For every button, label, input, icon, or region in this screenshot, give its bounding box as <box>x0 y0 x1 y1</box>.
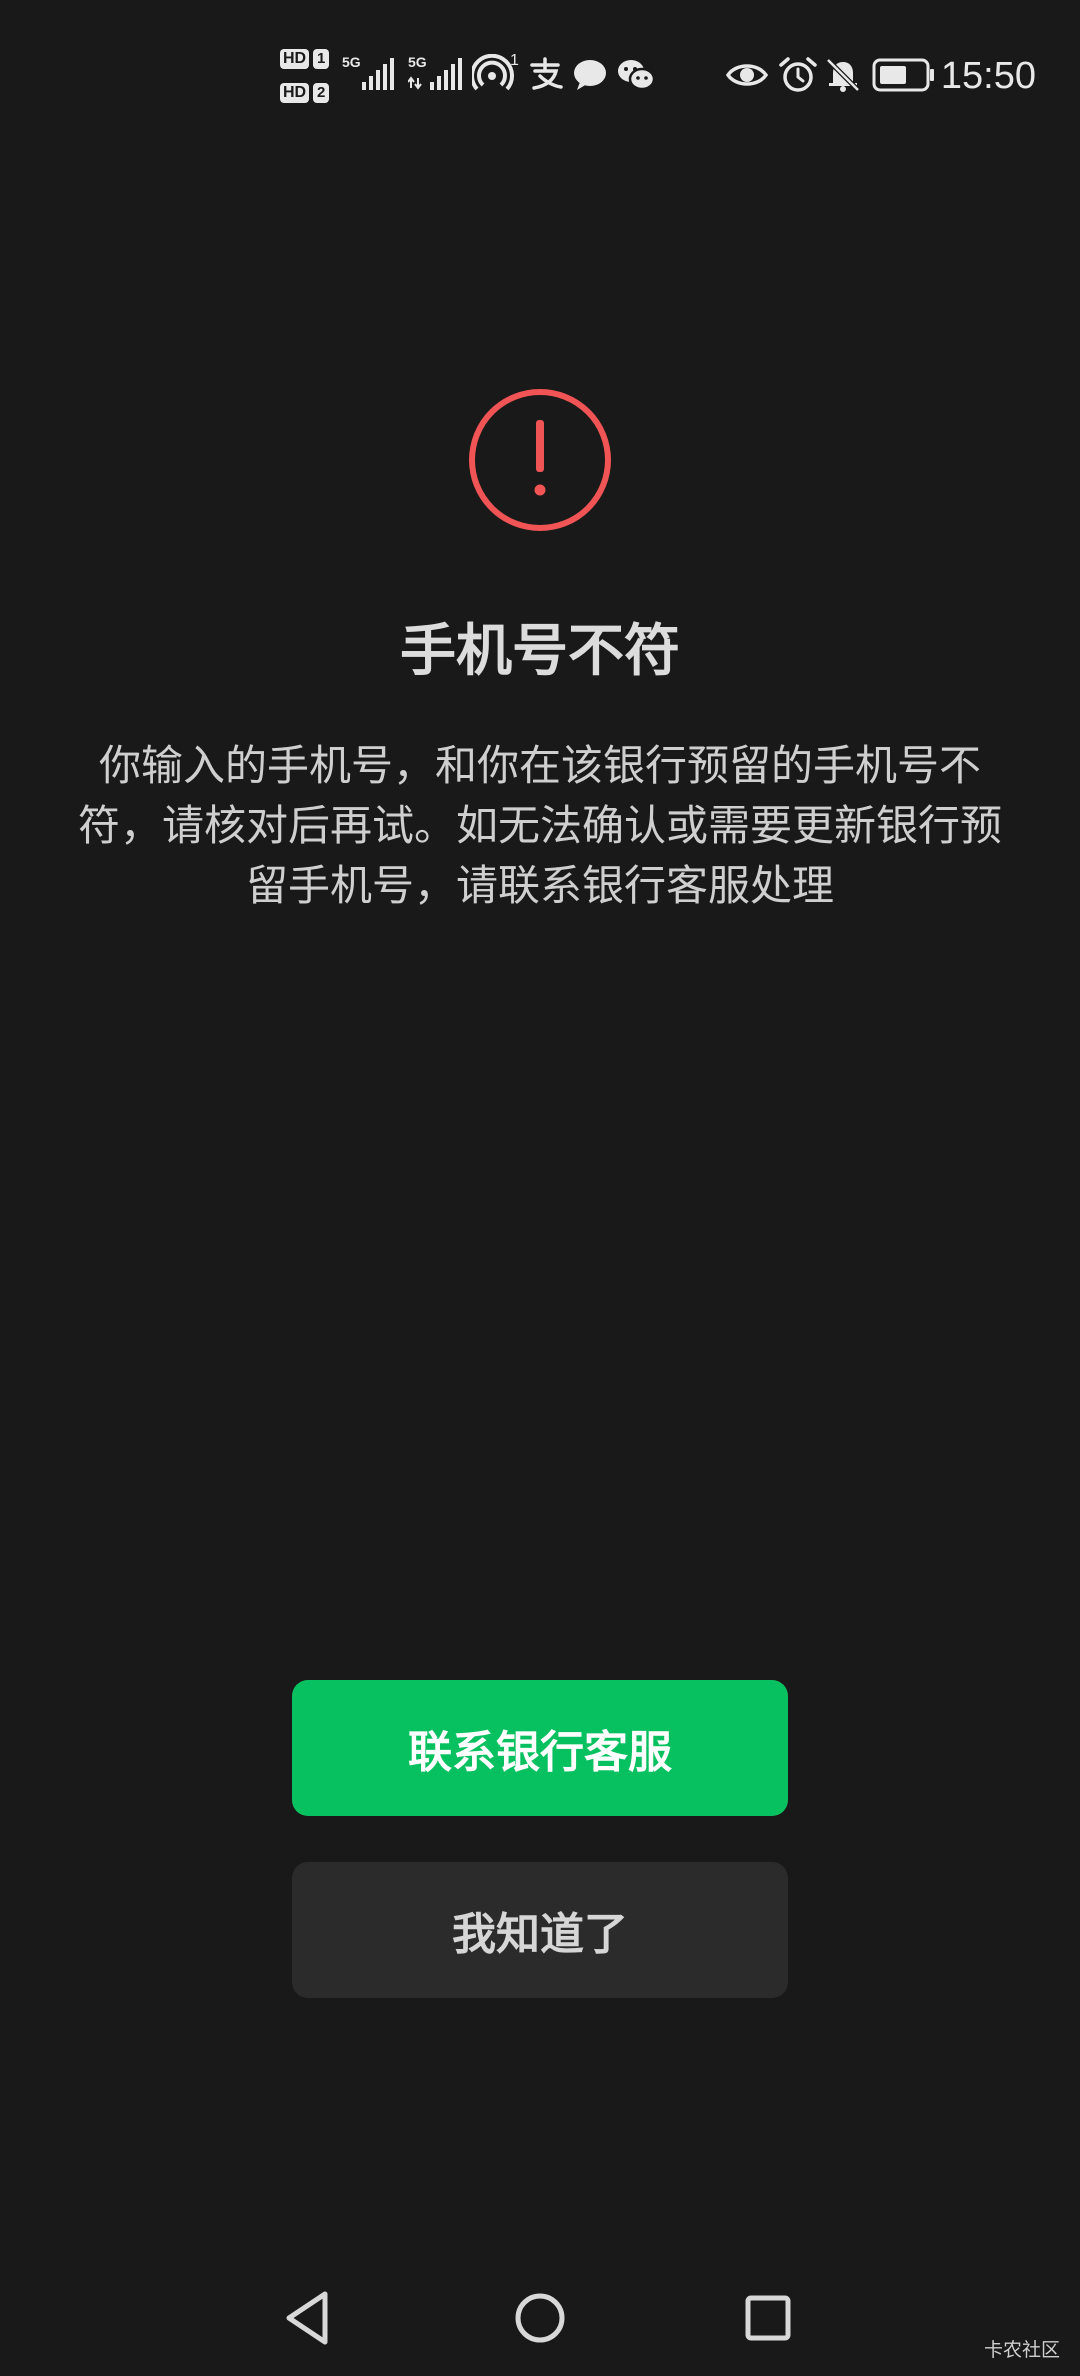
alarm-icon <box>778 56 818 94</box>
dialog-message: 你输入的手机号，和你在该银行预留的手机号不符，请核对后再试。如无法确认或需要更新… <box>77 741 1002 910</box>
wechat-icon <box>616 58 656 92</box>
back-triangle-icon <box>286 2291 328 2345</box>
back-button[interactable] <box>249 2260 369 2376</box>
signal-sim2-icon: 5G <box>408 54 466 94</box>
dialog-title: 手机号不符 <box>400 619 680 684</box>
sim1-slot-label: 1 <box>313 49 330 69</box>
eye-comfort-icon <box>725 60 769 90</box>
sim2-hd-icon: HD 2 <box>280 80 330 106</box>
recents-button[interactable] <box>708 2260 828 2376</box>
exclamation-circle-icon <box>466 386 614 534</box>
home-button[interactable] <box>480 2260 600 2376</box>
sim1-hd-label: HD <box>280 49 310 69</box>
hotspot-icon: 1 <box>470 52 524 94</box>
signal-sim1-icon: 5G <box>342 54 398 94</box>
message-icon <box>572 58 608 92</box>
status-time: 15:50 <box>940 55 1036 97</box>
alipay-icon <box>528 56 564 92</box>
status-bar: HD 1 HD 2 5G 5G 1 15:50 <box>0 0 1080 150</box>
recents-square-icon <box>745 2295 791 2341</box>
sim1-hd-icon: HD 1 <box>280 46 330 72</box>
hotspot-count: 1 <box>510 52 519 69</box>
watermark-text: 卡农社区 <box>983 2339 1060 2361</box>
sim2-slot-label: 2 <box>313 83 330 103</box>
home-circle-icon <box>515 2293 565 2343</box>
navigation-bar: 卡农社区 <box>0 2260 1080 2376</box>
mute-icon <box>824 56 862 94</box>
battery-icon <box>872 58 936 92</box>
acknowledge-button[interactable]: 我知道了 <box>292 1862 788 1998</box>
sim2-hd-label: HD <box>280 83 310 103</box>
contact-bank-button[interactable]: 联系银行客服 <box>292 1680 788 1816</box>
